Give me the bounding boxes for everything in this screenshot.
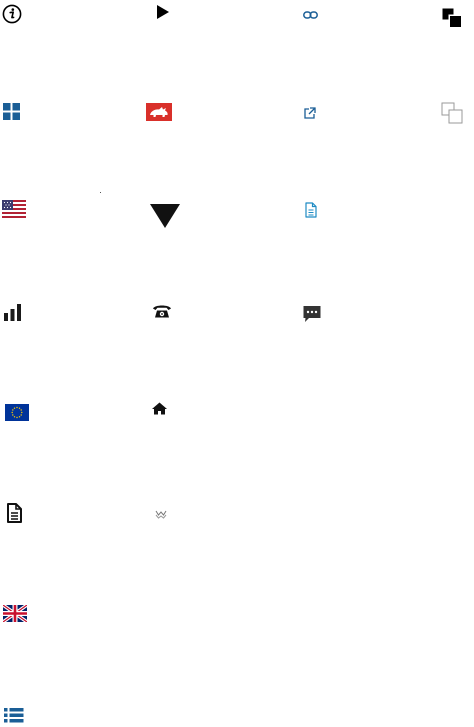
copy-filled-icon[interactable] — [442, 8, 462, 28]
play-icon[interactable] — [156, 4, 170, 20]
info-icon[interactable] — [2, 4, 22, 24]
wave-icon — [155, 510, 167, 519]
external-link-icon[interactable] — [304, 107, 316, 119]
us-flag-icon — [2, 200, 26, 218]
signal-bars-icon — [4, 304, 22, 321]
rhino-badge-icon[interactable] — [146, 103, 172, 121]
copy-outline-icon[interactable] — [441, 102, 463, 124]
grid-icon[interactable] — [3, 103, 20, 120]
home-icon[interactable] — [152, 402, 167, 415]
document-filled-icon[interactable] — [6, 503, 22, 523]
uk-flag-icon — [3, 605, 27, 622]
document-outline-icon[interactable] — [305, 202, 317, 218]
stray-dot — [100, 192, 101, 193]
link-icon[interactable] — [303, 11, 318, 19]
chat-bubble-icon[interactable] — [302, 305, 322, 323]
eu-flag-icon — [5, 404, 29, 421]
telephone-icon[interactable] — [152, 303, 172, 319]
triangle-down-icon[interactable] — [150, 204, 180, 228]
list-icon[interactable] — [4, 708, 24, 723]
